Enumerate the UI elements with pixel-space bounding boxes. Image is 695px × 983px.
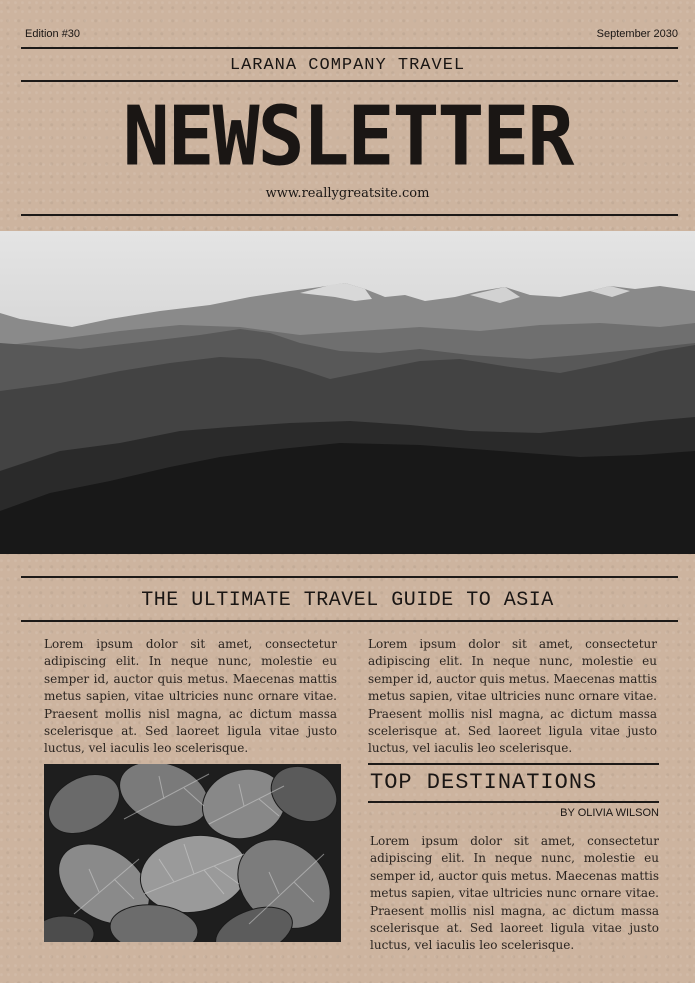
divider-headline-top [21, 576, 678, 578]
company-name: LARANA COMPANY TRAVEL [229, 56, 466, 75]
mountain-landscape-image [0, 231, 695, 554]
article-column-right: Lorem ipsum dolor sit amet, consectetur … [368, 637, 657, 756]
newsletter-title: NEWSLETTER [122, 89, 575, 185]
website-link[interactable]: www.reallygreatsite.com [0, 186, 695, 201]
issue-date: September 2030 [596, 28, 678, 40]
leaves-photo [44, 764, 341, 942]
article-headline: THE ULTIMATE TRAVEL GUIDE TO ASIA [141, 589, 554, 612]
mountain-photo [0, 231, 695, 554]
divider-top [21, 47, 678, 49]
divider-company [21, 80, 678, 82]
author-byline: BY OLIVIA WILSON [560, 807, 659, 819]
divider-masthead [21, 214, 678, 216]
edition-number: Edition #30 [25, 28, 81, 40]
divider-headline-bottom [21, 620, 678, 622]
destinations-body: Lorem ipsum dolor sit amet, consectetur … [370, 834, 659, 953]
divider-destinations-bottom [368, 801, 659, 803]
article-column-left: Lorem ipsum dolor sit amet, consectetur … [44, 637, 337, 756]
divider-destinations-top [368, 763, 659, 765]
leaves-image [44, 764, 341, 942]
destinations-heading: TOP DESTINATIONS [370, 770, 598, 795]
